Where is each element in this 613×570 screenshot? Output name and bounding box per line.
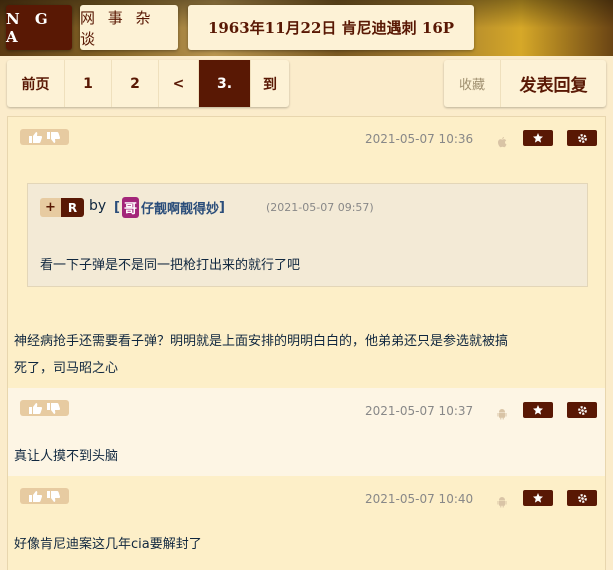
back-page-button[interactable]: < — [159, 60, 199, 107]
post-reply-button[interactable]: 发表回复 — [501, 60, 606, 107]
star-button[interactable] — [523, 402, 553, 418]
star-icon — [533, 133, 543, 143]
star-icon — [533, 493, 543, 503]
android-icon — [496, 405, 508, 420]
page-2-button[interactable]: 2 — [112, 60, 159, 107]
post-item: 2021-05-07 10:36 + R by [ 哥 仔靓啊靓得妙 ] (20… — [8, 117, 605, 388]
breadcrumb-topic[interactable]: 1963年11月22日 肯尼迪遇刺 16P — [188, 5, 474, 50]
post-item: 2021-05-07 10:40 好像肯尼迪案这几年cia要解封了 — [8, 476, 605, 570]
thumbs-down-icon[interactable] — [47, 131, 61, 143]
android-icon — [496, 493, 508, 508]
prev-page-button[interactable]: 前页 — [7, 60, 65, 107]
gear-icon — [577, 493, 587, 503]
quote-author[interactable]: [ 哥 仔靓啊靓得妙 ] — [114, 196, 225, 218]
settings-button[interactable] — [567, 130, 597, 146]
favorite-button[interactable]: 收藏 — [444, 60, 501, 107]
thumbs-up-icon[interactable] — [28, 402, 42, 414]
quote-block: + R by [ 哥 仔靓啊靓得妙 ] (2021-05-07 09:57) 看… — [27, 183, 588, 287]
quote-reply-tag[interactable]: R — [61, 198, 84, 217]
post-content-line: 死了，司马昭之心 — [14, 361, 119, 376]
post-content-line: 神经病抢手还需要看子弹？明明就是上面安排的明明白白的，他弟弟还只是参选就被搞 — [14, 334, 509, 349]
topic-actions: 收藏 发表回复 — [444, 60, 606, 107]
vote-controls — [20, 129, 69, 145]
post-content-line: 真让人摸不到头脑 — [14, 449, 119, 464]
quote-author-name: 仔靓啊靓得妙 — [140, 201, 219, 217]
site-logo[interactable]: N G A — [6, 5, 72, 50]
gear-icon — [577, 133, 587, 143]
gear-icon — [577, 405, 587, 415]
quote-plus-tag[interactable]: + — [40, 198, 61, 217]
quote-by-label: by — [89, 198, 107, 214]
vote-controls — [20, 488, 69, 504]
page-1-button[interactable]: 1 — [65, 60, 112, 107]
quote-author-bracket-close: ] — [218, 199, 225, 215]
post-time: 2021-05-07 10:37 — [365, 404, 474, 418]
settings-button[interactable] — [567, 402, 597, 418]
user-badge: 哥 — [121, 196, 139, 218]
post-list: 2021-05-07 10:36 + R by [ 哥 仔靓啊靓得妙 ] (20… — [7, 116, 606, 570]
quote-time: (2021-05-07 09:57) — [266, 201, 374, 214]
quote-tags: + R — [40, 198, 84, 217]
thumbs-down-icon[interactable] — [47, 402, 61, 414]
vote-controls — [20, 400, 69, 416]
apple-icon — [496, 133, 508, 148]
pagination: 前页 1 2 < 3. 到 — [7, 60, 289, 107]
goto-page-button[interactable]: 到 — [251, 60, 289, 107]
star-button[interactable] — [523, 490, 553, 506]
thumbs-up-icon[interactable] — [28, 490, 42, 502]
settings-button[interactable] — [567, 490, 597, 506]
star-button[interactable] — [523, 130, 553, 146]
breadcrumb-board[interactable]: 网 事 杂 谈 — [80, 5, 178, 50]
thumbs-down-icon[interactable] — [47, 490, 61, 502]
thumbs-up-icon[interactable] — [28, 131, 42, 143]
post-content-line: 好像肯尼迪案这几年cia要解封了 — [14, 537, 202, 552]
quote-author-bracket-open: [ — [114, 199, 120, 215]
page-3-button[interactable]: 3. — [199, 60, 251, 107]
post-item: 2021-05-07 10:37 真让人摸不到头脑 — [8, 388, 605, 476]
post-time: 2021-05-07 10:36 — [365, 132, 474, 146]
post-time: 2021-05-07 10:40 — [365, 492, 474, 506]
quote-text: 看一下子弹是不是同一把枪打出来的就行了吧 — [40, 258, 301, 273]
star-icon — [533, 405, 543, 415]
